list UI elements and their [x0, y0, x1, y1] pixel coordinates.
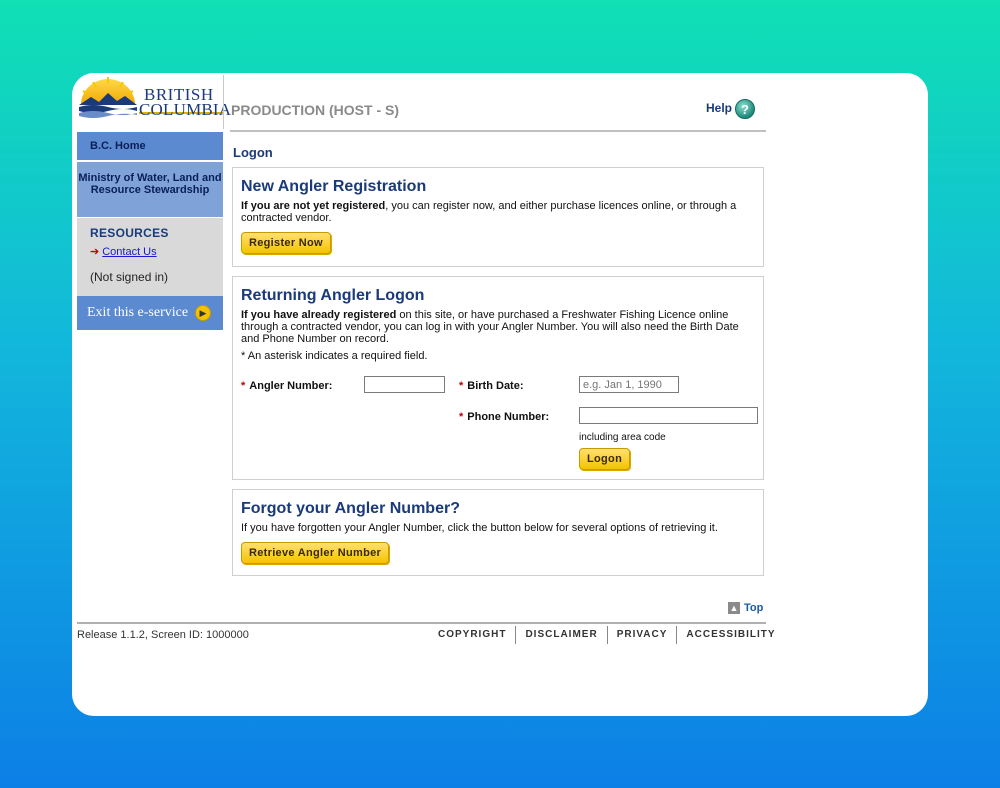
forgot-title: Forgot your Angler Number? — [241, 500, 460, 517]
arrow-up-icon[interactable]: ▲ — [728, 602, 740, 614]
retrieve-angler-number-button[interactable]: Retrieve Angler Number — [241, 542, 390, 564]
logo-line2: COLUMBIA — [139, 100, 232, 119]
forgot-number-panel: Forgot your Angler Number? If you have f… — [232, 489, 764, 576]
returning-logon-panel: Returning Angler Logon If you have alrea… — [232, 276, 764, 480]
birth-date-input[interactable] — [579, 376, 679, 393]
phone-number-label-text: Phone Number: — [467, 411, 550, 423]
required-star: * — [459, 380, 464, 392]
exit-eservice-label: Exit this e-service — [87, 305, 189, 320]
footer-links: COPYRIGHT DISCLAIMER PRIVACY ACCESSIBILI… — [429, 626, 785, 644]
sign-in-status: (Not signed in) — [90, 270, 169, 284]
register-now-button[interactable]: Register Now — [241, 232, 331, 254]
accessibility-link[interactable]: ACCESSIBILITY — [676, 626, 784, 644]
sidebar-resources-panel: RESOURCES ➔ Contact Us (Not signed in) — [77, 218, 223, 296]
angler-number-input[interactable] — [364, 376, 445, 393]
header-divider — [223, 75, 224, 129]
birth-date-label-text: Birth Date: — [467, 380, 524, 392]
returning-text-bold: If you have already registered — [241, 309, 397, 321]
help-icon[interactable]: ? — [735, 99, 755, 119]
app-window: BRITISH COLUMBIA PRODUCTION (HOST - S) H… — [72, 73, 928, 716]
copyright-link[interactable]: COPYRIGHT — [429, 626, 515, 644]
resources-heading: RESOURCES — [90, 226, 169, 240]
sidebar: B.C. Home Ministry of Water, Land and Re… — [77, 132, 223, 330]
registration-text: If you are not yet registered, you can r… — [241, 200, 755, 224]
sidebar-item-contact: ➔ Contact Us — [90, 245, 223, 258]
phone-hint: including area code — [579, 432, 666, 443]
release-info: Release 1.1.2, Screen ID: 1000000 — [77, 629, 249, 641]
main-content: Logon New Angler Registration If you are… — [232, 137, 766, 576]
registration-title: New Angler Registration — [241, 178, 427, 195]
required-field-note: * An asterisk indicates a required field… — [241, 350, 428, 362]
phone-number-input[interactable] — [579, 407, 758, 424]
sidebar-item-ministry[interactable]: Ministry of Water, Land and Resource Ste… — [77, 162, 223, 218]
header-rule — [230, 130, 766, 132]
sidebar-item-bc-home[interactable]: B.C. Home — [77, 132, 223, 162]
disclaimer-link[interactable]: DISCLAIMER — [515, 626, 606, 644]
environment-title: PRODUCTION (HOST - S) — [231, 102, 399, 118]
birth-date-label: * Birth Date: — [459, 380, 524, 392]
required-star: * — [459, 411, 464, 423]
privacy-link[interactable]: PRIVACY — [606, 626, 677, 644]
help-link[interactable]: Help — [706, 101, 732, 115]
arrow-right-icon: ➔ — [90, 246, 100, 258]
angler-number-label-text: Angler Number: — [249, 380, 333, 392]
page-title: Logon — [233, 145, 273, 160]
play-arrow-icon: ▶ — [195, 305, 211, 321]
phone-number-label: * Phone Number: — [459, 411, 549, 423]
top-link[interactable]: Top — [744, 602, 763, 614]
registration-text-bold: If you are not yet registered — [241, 200, 386, 212]
required-star: * — [241, 380, 246, 392]
registration-panel: New Angler Registration If you are not y… — [232, 167, 764, 267]
exit-eservice-button[interactable]: Exit this e-service ▶ — [77, 296, 223, 330]
returning-text: If you have already registered on this s… — [241, 309, 755, 345]
returning-title: Returning Angler Logon — [241, 287, 425, 304]
footer-rule — [77, 622, 766, 624]
forgot-text: If you have forgotten your Angler Number… — [241, 522, 718, 534]
contact-us-link[interactable]: Contact Us — [102, 246, 156, 258]
angler-number-label: * Angler Number: — [241, 380, 332, 392]
logon-button[interactable]: Logon — [579, 448, 631, 470]
bc-logo[interactable]: BRITISH COLUMBIA — [77, 75, 231, 129]
